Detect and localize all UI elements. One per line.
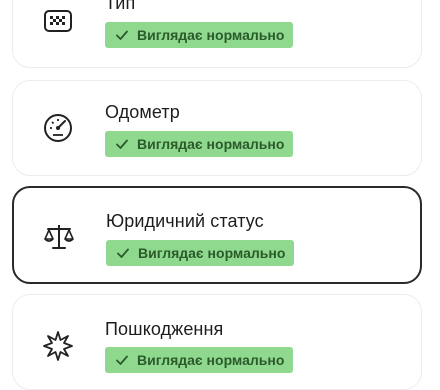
status-text: Виглядає нормально <box>138 245 286 261</box>
status-badge: Виглядає нормально <box>105 131 293 157</box>
status-badge: Виглядає нормально <box>105 22 293 48</box>
status-text: Виглядає нормально <box>137 136 285 152</box>
check-title: Тип <box>105 0 136 13</box>
check-title: Пошкодження <box>105 319 224 339</box>
check-card-legal-status[interactable]: Юридичний статус Виглядає нормально <box>12 186 422 284</box>
status-badge: Виглядає нормально <box>105 347 293 373</box>
checkmark-icon <box>116 30 128 40</box>
speedometer-icon <box>44 114 72 142</box>
checkmark-icon <box>117 248 129 258</box>
status-badge: Виглядає нормально <box>106 240 294 266</box>
taxi-icon <box>44 10 72 32</box>
status-text: Виглядає нормально <box>137 352 285 368</box>
check-card-type[interactable]: Тип Виглядає нормально <box>12 0 422 68</box>
check-title: Юридичний статус <box>106 211 264 231</box>
check-card-odometer[interactable]: Одометр Виглядає нормально <box>12 80 422 176</box>
status-text: Виглядає нормально <box>137 27 285 43</box>
checkmark-icon <box>116 139 128 149</box>
scales-icon <box>44 225 74 249</box>
checkmark-icon <box>116 355 128 365</box>
check-card-damage[interactable]: Пошкодження Виглядає нормально <box>12 294 422 390</box>
check-title: Одометр <box>105 102 180 122</box>
damage-burst-icon <box>43 331 73 361</box>
